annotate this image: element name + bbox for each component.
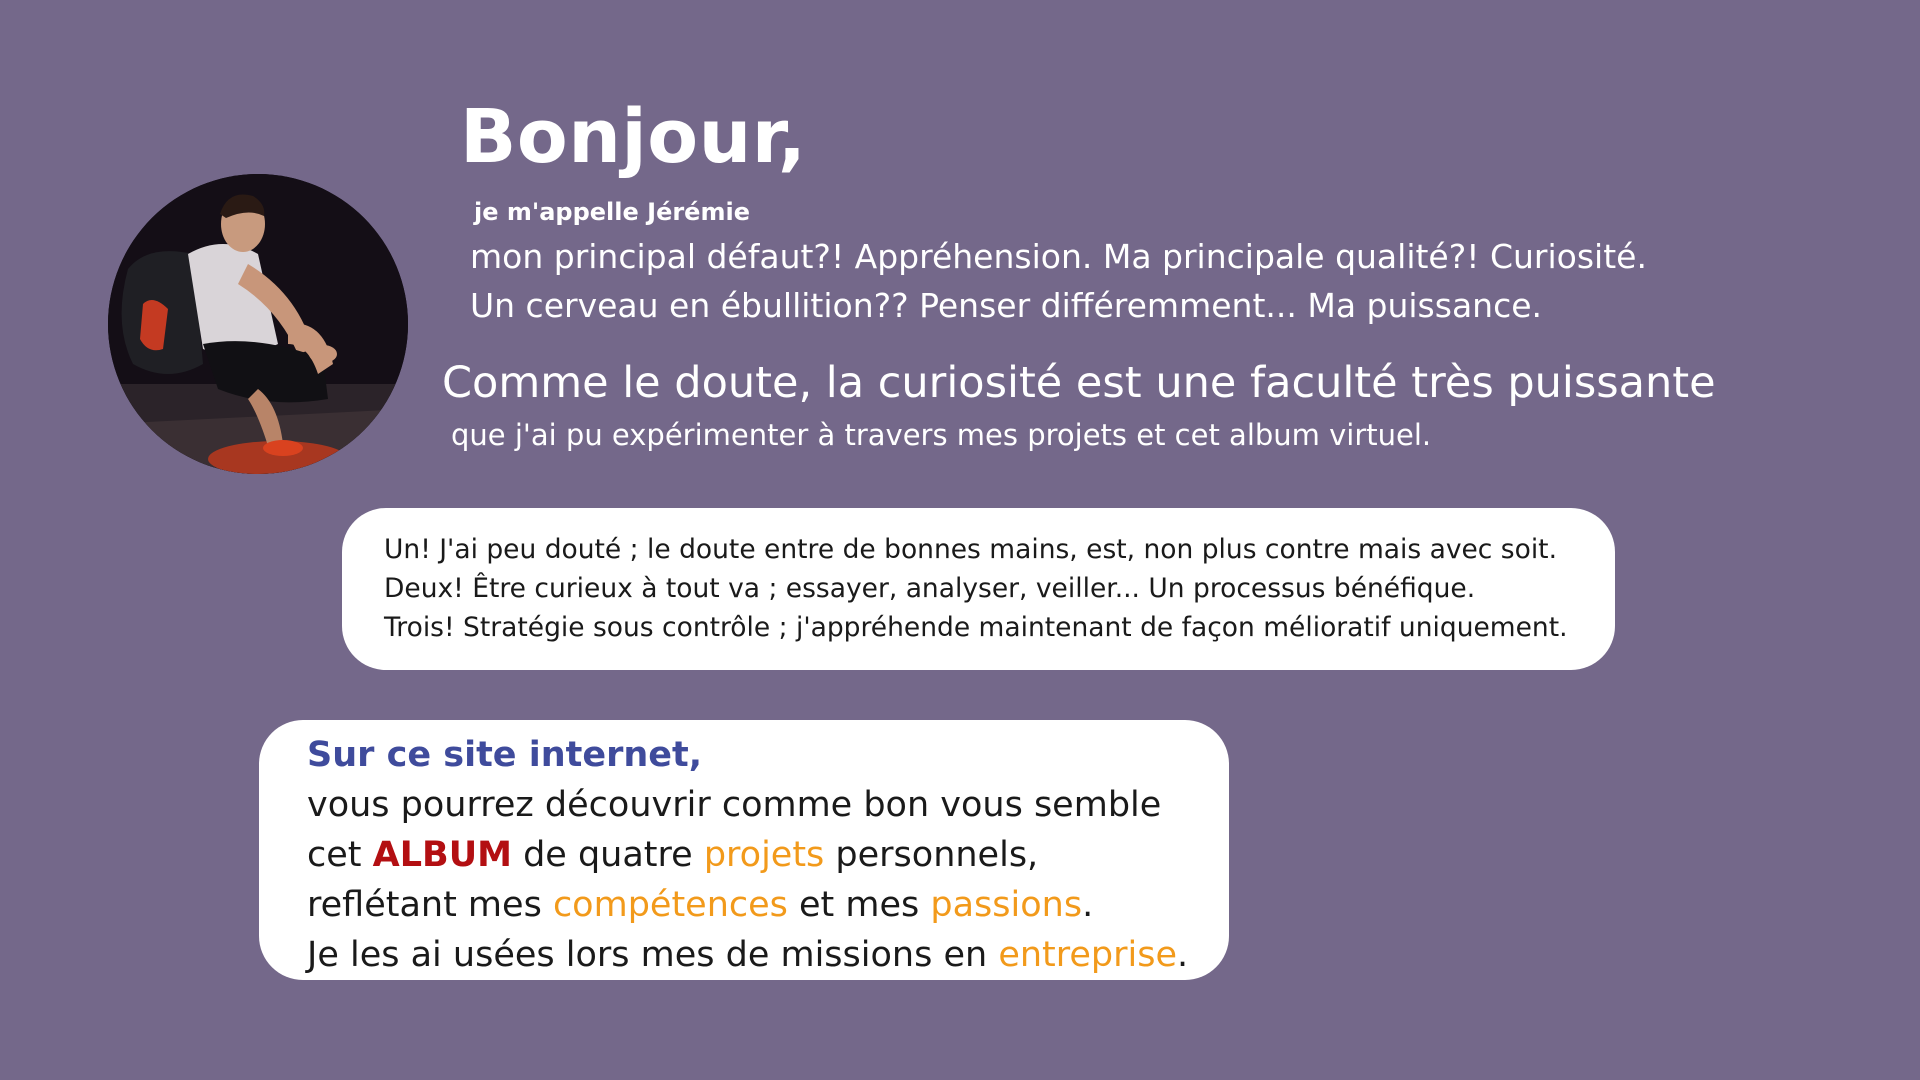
- competences-highlight: compétences: [552, 885, 788, 925]
- point-three: Trois! Stratégie sous contrôle ; j'appré…: [384, 612, 1568, 643]
- site-heading: Sur ce site internet,: [307, 735, 703, 775]
- text-segment: et mes: [787, 885, 931, 925]
- text-segment: de quatre: [511, 835, 704, 875]
- intro-line: mon principal défaut?! Appréhension. Ma …: [470, 237, 1647, 276]
- text-segment: personnels,: [824, 835, 1039, 875]
- intro-line: Un cerveau en ébullition?? Penser différ…: [470, 286, 1543, 325]
- quote-sub: que j'ai pu expérimenter à travers mes p…: [451, 418, 1432, 452]
- profile-photo: [108, 174, 408, 474]
- text-segment: .: [1177, 935, 1189, 975]
- point-two: Deux! Être curieux à tout va ; essayer, …: [384, 573, 1476, 604]
- text-segment: cet: [307, 835, 373, 875]
- album-highlight: ALBUM: [372, 835, 512, 875]
- site-line-4: Je les ai usées lors mes de missions en …: [307, 930, 1229, 980]
- passions-highlight: passions: [930, 885, 1083, 925]
- quote-main: Comme le doute, la curiosité est une fac…: [442, 358, 1716, 408]
- projets-highlight: projets: [703, 835, 825, 875]
- text-segment: reflétant mes: [307, 885, 553, 925]
- point-one: Un! J'ai peu douté ; le doute entre de b…: [384, 534, 1558, 565]
- site-line-1: vous pourrez découvrir comme bon vous se…: [307, 785, 1162, 825]
- text-segment: Je les ai usées lors mes de missions en: [307, 935, 999, 975]
- text-segment: .: [1082, 885, 1094, 925]
- points-bubble: Un! J'ai peu douté ; le doute entre de b…: [342, 508, 1615, 670]
- site-line-3: reflétant mes compétences et mes passion…: [307, 880, 1229, 930]
- page-title: Bonjour,: [460, 94, 807, 180]
- site-bubble: Sur ce site internet, vous pourrez décou…: [259, 720, 1229, 980]
- entreprise-highlight: entreprise: [998, 935, 1178, 975]
- site-line-2: cet ALBUM de quatre projets personnels,: [307, 830, 1229, 880]
- intro-text: mon principal défaut?! Appréhension. Ma …: [470, 232, 1647, 330]
- name-line: je m'appelle Jérémie: [474, 198, 750, 226]
